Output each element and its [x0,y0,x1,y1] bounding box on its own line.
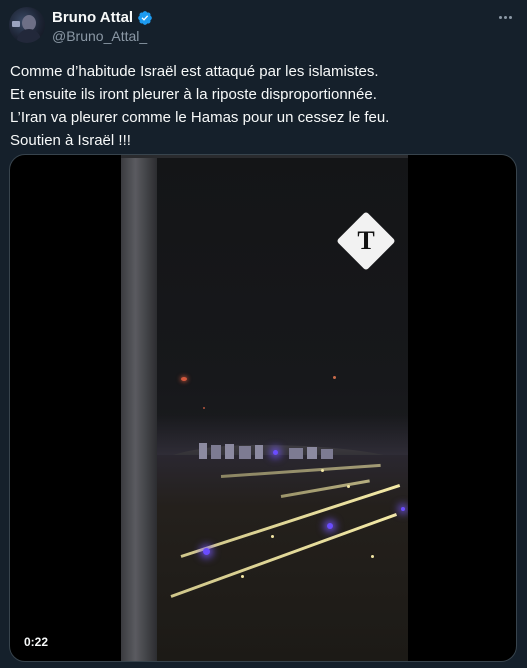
tweet-text-line: Comme d’habitude Israël est attaqué par … [10,63,379,80]
tweet-text: Comme d’habitude Israël est attaqué par … [10,60,515,152]
tweet-card: Bruno Attal @Bruno_Attal_ Comme d’habitu… [0,0,527,668]
window-frame [121,155,157,661]
avatar-detail [12,21,20,27]
tweet-text-line: Soutien à Israël !!! [10,132,131,149]
verified-badge-icon[interactable] [137,10,153,26]
avatar-body [17,29,41,43]
video-player[interactable]: T 0:22 [9,154,517,662]
tweet-text-line: L’Iran va pleurer comme le Hamas pour un… [10,109,390,126]
avatar[interactable] [9,7,45,43]
author-name-row: Bruno Attal [52,9,153,26]
more-options-icon[interactable] [495,9,515,25]
video-duration: 0:22 [24,635,49,649]
author-handle[interactable]: @Bruno_Attal_ [52,28,147,44]
author-display-name[interactable]: Bruno Attal [52,9,133,26]
tweet-text-line: Et ensuite ils iront pleurer à la ripost… [10,86,377,103]
